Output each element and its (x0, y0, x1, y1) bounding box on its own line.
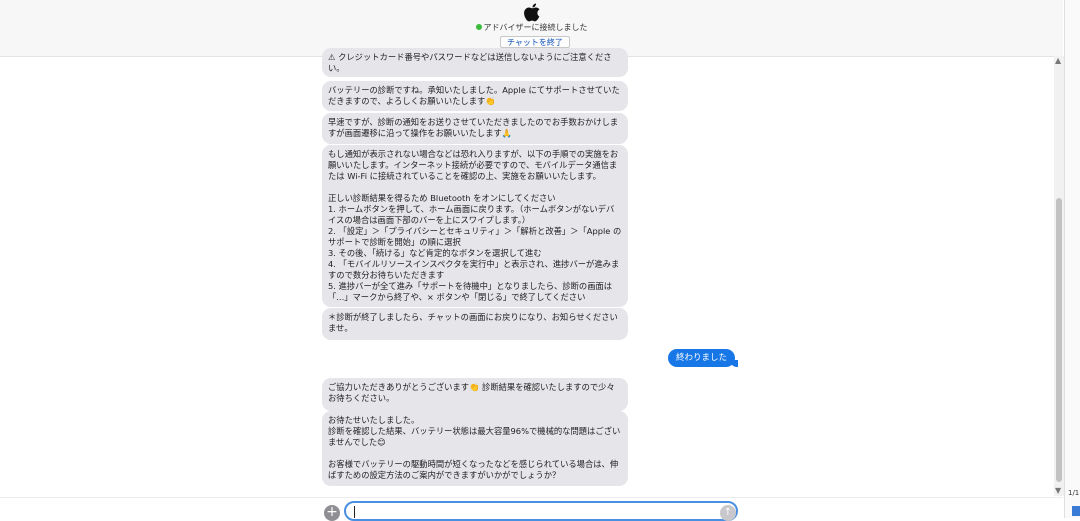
apple-logo-icon (524, 3, 540, 22)
online-status-dot (475, 23, 482, 30)
agent-message: ご協力いただきありがとうございます👏 診断結果を確認いたしますので少々お待ちくだ… (322, 378, 628, 411)
text-cursor (354, 506, 355, 518)
agent-message: バッテリーの診断ですね。承知いたしました。Apple にてサポートさせていただき… (322, 81, 628, 111)
plus-circle-icon[interactable]: + (324, 505, 340, 521)
corner-marker (1072, 506, 1080, 516)
page-indicator: 1/1 (1068, 489, 1080, 497)
user-message: 終わりました (668, 349, 739, 367)
agent-message: 早速ですが、診断の通知をお送りさせていただきましたのでお手数おかけしますが画面遷… (322, 113, 628, 144)
send-arrow-icon[interactable]: ↑ (720, 505, 736, 521)
triangle-up-icon[interactable]: ▲ (1055, 56, 1061, 65)
message-input[interactable] (344, 501, 738, 521)
agent-message: ⚠ クレジットカード番号やパスワードなどは送信しないようにご注意ください。 (322, 48, 628, 77)
side-panel-strip (1064, 0, 1080, 518)
end-chat-button[interactable]: チャットを終了 (500, 36, 570, 48)
scrollbar-thumb[interactable] (1056, 198, 1062, 482)
agent-message: お待たせいたしました。 診断を確認した結果、バッテリー状態は最大容量96%で機械… (322, 411, 628, 486)
connection-status: アドバイザーに接続しました (0, 23, 1063, 33)
triangle-down-icon[interactable]: ▼ (1055, 486, 1061, 495)
agent-message: ＊診断が終了しましたら、チャットの画面にお戻りになり、お知らせくださいませ。 (322, 308, 628, 340)
connection-status-text: アドバイザーに接続しました (483, 23, 588, 32)
agent-message: もし通知が表示されない場合などは恐れ入りますが、以下の手順での実施をお願いいたし… (322, 145, 628, 307)
